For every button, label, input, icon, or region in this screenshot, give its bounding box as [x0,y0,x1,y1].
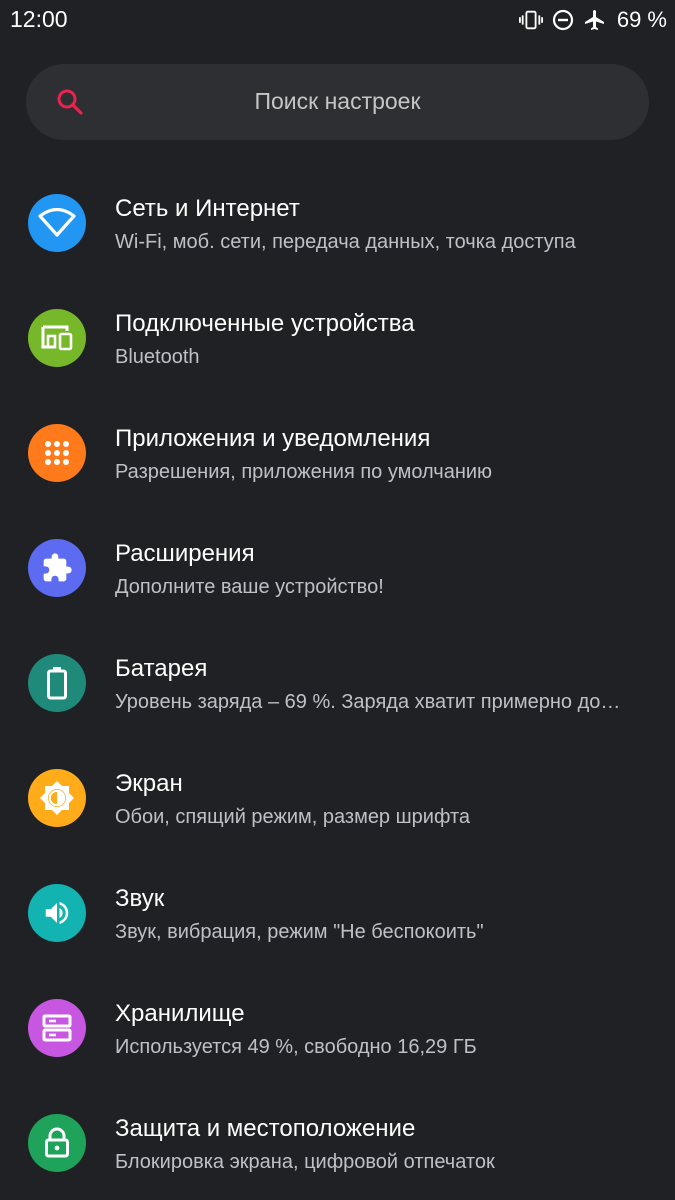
apps-grid-icon [28,424,86,482]
setting-subtitle: Блокировка экрана, цифровой отпечаток [115,1151,495,1173]
setting-title: Экран [115,770,183,797]
setting-title: Сеть и Интернет [115,195,300,222]
setting-subtitle: Используется 49 %, свободно 16,29 ГБ [115,1036,477,1058]
setting-storage[interactable]: Хранилище Используется 49 %, свободно 16… [0,970,675,1085]
setting-title: Хранилище [115,1000,245,1027]
setting-title: Расширения [115,540,255,567]
setting-title: Подключенные устройства [115,310,415,337]
battery-icon [28,654,86,712]
setting-subtitle: Звук, вибрация, режим "Не беспокоить" [115,921,484,943]
setting-sound[interactable]: Звук Звук, вибрация, режим "Не беспокоит… [0,855,675,970]
setting-subtitle: Дополните ваше устройство! [115,576,384,598]
search-bar[interactable]: Поиск настроек [26,64,649,140]
status-bar: 12:00 69 % [0,0,675,40]
airplane-mode-icon [583,8,607,32]
setting-network[interactable]: Сеть и Интернет Wi-Fi, моб. сети, переда… [0,165,675,280]
vibrate-icon [518,8,543,32]
setting-connected-devices[interactable]: Подключенные устройства Bluetooth [0,280,675,395]
volume-icon [28,884,86,942]
storage-icon [28,999,86,1057]
lock-icon [28,1114,86,1172]
search-placeholder[interactable]: Поиск настроек [26,88,649,115]
setting-apps-notifications[interactable]: Приложения и уведомления Разрешения, при… [0,395,675,510]
status-time: 12:00 [10,6,68,32]
setting-title: Приложения и уведомления [115,425,431,452]
settings-list: Сеть и Интернет Wi-Fi, моб. сети, переда… [0,165,675,1200]
setting-subtitle: Уровень заряда – 69 %. Заряда хватит при… [115,691,621,713]
brightness-icon [28,769,86,827]
status-icons: 69 % [518,5,667,35]
setting-battery[interactable]: Батарея Уровень заряда – 69 %. Заряда хв… [0,625,675,740]
puzzle-icon [28,539,86,597]
setting-title: Батарея [115,655,208,682]
setting-subtitle: Wi-Fi, моб. сети, передача данных, точка… [115,231,576,253]
do-not-disturb-icon [551,8,575,32]
wifi-icon [28,194,86,252]
setting-subtitle: Обои, спящий режим, размер шрифта [115,806,471,828]
setting-title: Звук [115,885,165,912]
setting-subtitle: Bluetooth [115,346,200,368]
setting-security-location[interactable]: Защита и местоположение Блокировка экран… [0,1085,675,1200]
setting-subtitle: Разрешения, приложения по умолчанию [115,461,493,483]
setting-title: Защита и местоположение [115,1115,416,1142]
devices-icon [28,309,86,367]
setting-display[interactable]: Экран Обои, спящий режим, размер шрифта [0,740,675,855]
setting-extensions[interactable]: Расширения Дополните ваше устройство! [0,510,675,625]
battery-level: 69 % [616,7,667,32]
